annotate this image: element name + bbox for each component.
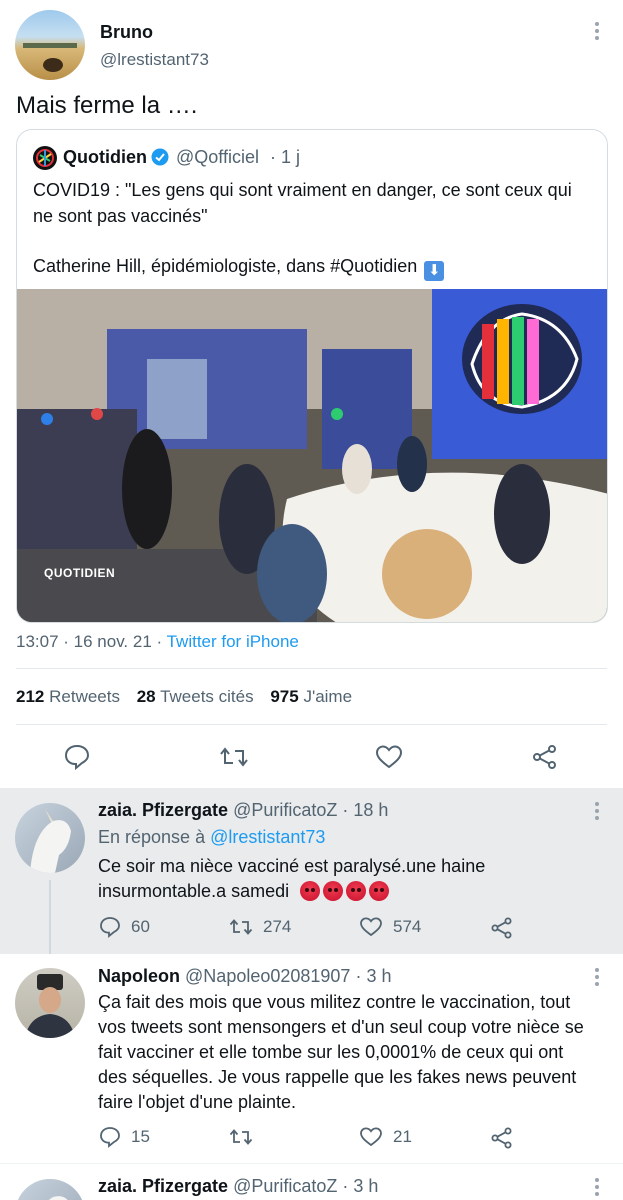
reply-header: Napoleon @Napoleo02081907 · 3 h	[98, 966, 392, 987]
reply-tweet[interactable]: Napoleon @Napoleo02081907 · 3 h Ça fait …	[0, 954, 623, 1164]
retweets-stat[interactable]: 212 Retweets	[16, 687, 120, 706]
more-options-icon[interactable]	[594, 802, 600, 820]
like-icon	[360, 917, 382, 937]
quoted-text-line: Catherine Hill, épidémiologiste, dans #Q…	[33, 256, 445, 281]
avatar[interactable]	[15, 10, 85, 80]
like-action[interactable]: 21	[359, 1126, 412, 1148]
quoted-media[interactable]: QUOTIDIEN	[17, 289, 607, 622]
angry-face-icon	[369, 881, 390, 901]
reply-time[interactable]: · 3 h	[342, 1176, 378, 1196]
retweets-label: Retweets	[49, 687, 120, 706]
quotes-stat[interactable]: 28 Tweets cités	[137, 687, 254, 706]
avatar[interactable]	[15, 1179, 85, 1200]
reply-icon[interactable]	[63, 743, 91, 771]
share-icon[interactable]	[490, 1126, 514, 1150]
angry-emoji-group	[300, 881, 392, 901]
reply-action[interactable]: 15	[99, 1126, 150, 1148]
retweet-count: 274	[263, 917, 292, 936]
divider	[16, 668, 607, 669]
author-name[interactable]: Bruno	[100, 22, 153, 43]
quoted-time[interactable]: · 1 j	[270, 147, 300, 168]
reply-to-handle[interactable]: @lrestistant73	[210, 827, 325, 847]
tweet-timestamp: 13:07 · 16 nov. 21 · Twitter for iPhone	[16, 632, 299, 652]
tweet-source-link[interactable]: Twitter for iPhone	[167, 632, 299, 651]
like-action[interactable]: 574	[359, 916, 421, 938]
retweet-icon[interactable]	[219, 743, 249, 771]
more-options-icon[interactable]	[594, 1178, 600, 1196]
reply-text-line: faire l'objet d'une plainte.	[98, 1092, 297, 1112]
avatar-image	[25, 974, 75, 1038]
retweet-icon	[229, 919, 253, 935]
reply-text-line: Ça fait des mois que vous militez contre…	[98, 992, 571, 1012]
reply-text-line: insurmontable.a samedi	[98, 881, 392, 902]
reply-text-line: fait vacciner et elle tombe sur les 0,00…	[98, 1042, 564, 1062]
angry-face-icon	[323, 881, 344, 901]
likes-label: J'aime	[303, 687, 353, 706]
reply-text-line: des séquelles. Je vous rappelle que les …	[98, 1067, 577, 1087]
reply-time[interactable]: · 3 h	[355, 966, 391, 986]
media-watermark: QUOTIDIEN	[44, 566, 116, 580]
reply-to-line: En réponse à @lrestistant73	[98, 827, 325, 848]
angry-face-icon	[300, 881, 321, 901]
reply-author-handle[interactable]: @PurificatoZ	[233, 1176, 337, 1196]
likes-stat[interactable]: 975 J'aime	[270, 687, 352, 706]
reply-author-handle[interactable]: @PurificatoZ	[233, 800, 337, 820]
verified-badge-icon	[151, 148, 169, 166]
reply-author-name[interactable]: zaia. Pfizergate	[98, 800, 228, 820]
like-count: 21	[393, 1127, 412, 1146]
avatar-image	[23, 43, 77, 72]
like-count: 574	[393, 917, 422, 936]
divider	[16, 724, 607, 725]
quoted-name[interactable]: Quotidien	[63, 147, 147, 168]
quotes-label: Tweets cités	[160, 687, 254, 706]
reply-icon	[100, 917, 120, 938]
tweet-text: Mais ferme la ….	[16, 92, 198, 119]
quoted-tweet-card[interactable]: Quotidien @Qofficiel · 1 j COVID19 : "Le…	[16, 129, 608, 623]
reply-text-line: Ce soir ma nièce vacciné est paralysé.un…	[98, 856, 486, 876]
reply-tweet[interactable]: zaia. Pfizergate @PurificatoZ · 18 h En …	[0, 788, 623, 954]
quotes-count: 28	[136, 687, 156, 706]
reply-text-line-2: insurmontable.a samedi	[98, 881, 290, 901]
likes-count: 975	[270, 687, 299, 706]
retweet-icon	[229, 1129, 253, 1145]
quoted-handle[interactable]: @Qofficiel	[176, 147, 259, 168]
reply-time[interactable]: · 18 h	[342, 800, 388, 820]
like-icon[interactable]	[375, 744, 403, 770]
avatar[interactable]	[15, 803, 85, 873]
down-arrow-emoji-icon: ⬇	[424, 261, 445, 281]
share-icon[interactable]	[490, 916, 514, 940]
reply-icon	[100, 1127, 120, 1148]
author-handle[interactable]: @lrestistant73	[100, 50, 209, 70]
quoted-text-line-3: Catherine Hill, épidémiologiste, dans #Q…	[33, 256, 418, 276]
reply-count: 60	[131, 917, 150, 936]
reply-header: zaia. Pfizergate @PurificatoZ · 3 h	[98, 1176, 378, 1197]
retweet-action[interactable]: 274	[229, 916, 291, 938]
reply-author-handle[interactable]: @Napoleo02081907	[185, 966, 350, 986]
avatar-image	[30, 809, 71, 873]
quoted-text-line: COVID19 : "Les gens qui sont vraiment en…	[33, 180, 572, 200]
stats-bar: 212 Retweets 28 Tweets cités 975 J'aime	[16, 687, 352, 707]
reply-to-prefix: En réponse à	[98, 827, 206, 847]
retweets-count: 212	[16, 687, 45, 706]
quoted-avatar[interactable]	[33, 146, 57, 170]
quotidien-logo-icon	[36, 149, 54, 167]
reply-author-name[interactable]: zaia. Pfizergate	[98, 1176, 228, 1196]
reply-author-name[interactable]: Napoleon	[98, 966, 180, 986]
reply-count: 15	[131, 1127, 150, 1146]
avatar-image	[48, 1196, 68, 1200]
reply-tweet[interactable]: zaia. Pfizergate @PurificatoZ · 3 h	[0, 1164, 623, 1200]
reply-action[interactable]: 60	[99, 916, 150, 938]
quoted-text-line: ne sont pas vaccinés"	[33, 206, 208, 226]
more-options-icon[interactable]	[594, 22, 600, 40]
retweet-action[interactable]	[229, 1126, 263, 1148]
avatar[interactable]	[15, 968, 85, 1038]
angry-face-icon	[346, 881, 367, 901]
tweet-time-date[interactable]: 13:07 · 16 nov. 21 ·	[16, 632, 162, 651]
share-icon[interactable]	[531, 743, 559, 771]
like-icon	[360, 1127, 382, 1147]
more-options-icon[interactable]	[594, 968, 600, 986]
thread-line	[49, 880, 51, 954]
reply-text-line: vos tweets sont mensongers et d'un seul …	[98, 1017, 584, 1037]
reply-header: zaia. Pfizergate @PurificatoZ · 18 h	[98, 800, 388, 821]
